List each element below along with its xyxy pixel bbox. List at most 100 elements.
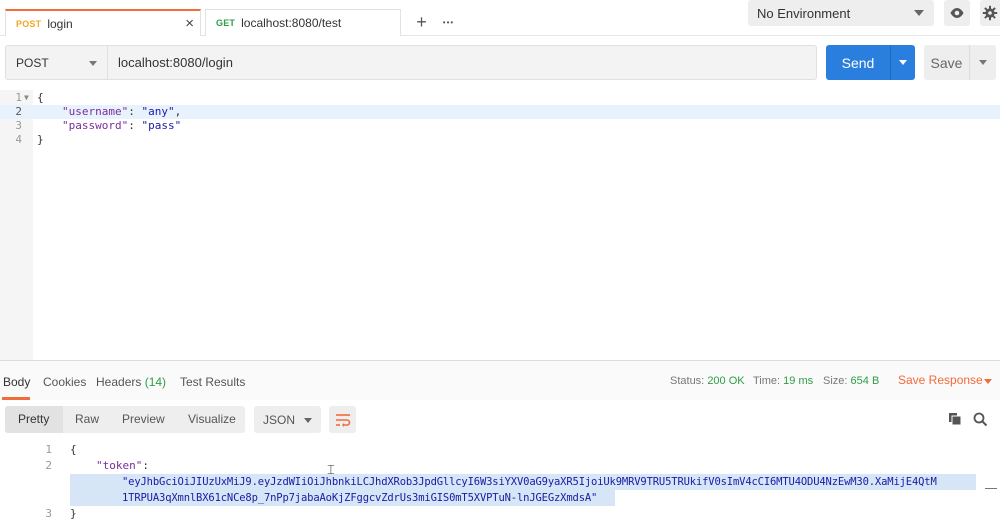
code-line: 2 "username": "any",: [0, 105, 1000, 119]
code-line: 3 }: [0, 506, 1000, 520]
json-string: "any": [141, 105, 175, 118]
view-raw-button[interactable]: Raw: [75, 412, 99, 426]
code-text: {: [70, 443, 77, 456]
text-cursor-icon: ⌶: [327, 463, 335, 478]
save-response-button[interactable]: Save Response: [898, 373, 992, 387]
response-header-bar: Body Cookies Headers (14) Test Results S…: [0, 360, 1000, 400]
code-line: 4 }: [0, 133, 1000, 147]
tab-method-badge: POST: [16, 18, 42, 29]
format-value: JSON: [263, 413, 296, 427]
new-tab-button[interactable]: +: [408, 9, 435, 36]
format-select[interactable]: JSON: [254, 406, 321, 433]
code-line: 3 "password": "pass": [0, 119, 1000, 133]
json-separator: :: [128, 119, 142, 132]
eye-icon: [950, 8, 964, 18]
chevron-down-icon: [979, 60, 987, 65]
line-number: 4: [15, 133, 22, 146]
wrap-lines-icon: [335, 413, 350, 427]
close-icon[interactable]: ×: [185, 15, 194, 32]
response-toolbar: Pretty Raw Preview Visualize JSON: [0, 400, 1000, 440]
save-button[interactable]: Save: [924, 45, 969, 80]
request-tab-bar: POST login × GET localhost:8080/test + •…: [0, 0, 1000, 36]
code-line: 1 {: [0, 442, 1000, 458]
tab-test-results[interactable]: Test Results: [180, 375, 245, 389]
line-number: 1: [15, 91, 22, 104]
search-icon: [973, 412, 987, 426]
chevron-down-icon: [89, 61, 97, 66]
code-text: "password": "pass": [62, 119, 181, 133]
tab-response-cookies[interactable]: Cookies: [43, 375, 86, 389]
request-body-editor[interactable]: 1 ▼ { 2 "username": "any", 3 "password":…: [0, 90, 1000, 360]
time-value: 19 ms: [783, 375, 814, 387]
code-line: 2 "token":: [0, 458, 1000, 474]
size-value: 654 B: [850, 375, 880, 387]
tab-options-button[interactable]: •••: [435, 9, 462, 36]
send-options-button[interactable]: [890, 45, 915, 80]
size-label: Size:: [823, 375, 848, 387]
line-number: 2: [45, 459, 52, 472]
tab-label: Headers: [96, 375, 142, 389]
send-button[interactable]: Send: [826, 45, 890, 80]
tab-response-body[interactable]: Body: [3, 375, 30, 389]
tab-title: login: [47, 16, 73, 31]
code-text: }: [37, 133, 44, 146]
json-string: "pass": [141, 119, 182, 132]
headers-count-badge: (14): [144, 375, 167, 389]
tab-response-headers[interactable]: Headers (14): [96, 375, 166, 389]
chevron-down-icon: [984, 379, 992, 384]
url-input[interactable]: [107, 45, 817, 80]
view-mode-group: Pretty Raw Preview Visualize: [5, 406, 245, 433]
json-key: "username": [62, 105, 129, 118]
json-separator: :: [128, 105, 142, 118]
environment-quick-look-button[interactable]: [944, 0, 970, 26]
gear-icon: [982, 5, 998, 21]
view-visualize-button[interactable]: Visualize: [188, 412, 236, 426]
line-number: 3: [15, 119, 22, 132]
json-comma: ,: [174, 105, 182, 118]
copy-icon: [949, 413, 962, 426]
fold-arrow-icon[interactable]: ▼: [24, 91, 29, 105]
chevron-down-icon: [914, 10, 924, 16]
token-string: 1TRPUA3qXmnlBX61cNCe8p_7nPp7jabaAoKjZFgg…: [122, 492, 598, 504]
code-line: "eyJhbGciOiJIUzUxMiJ9.eyJzdWIiOiJhbnkiLC…: [0, 474, 1000, 490]
search-button[interactable]: [971, 410, 989, 428]
code-text: }: [70, 507, 77, 520]
status-label: Status:: [670, 375, 705, 387]
settings-button[interactable]: [980, 0, 1000, 26]
code-text: "token":: [96, 458, 149, 474]
save-options-button[interactable]: [969, 45, 996, 80]
line-number: 3: [45, 507, 52, 520]
code-line: 1TRPUA3qXmnlBX61cNCe8p_7nPp7jabaAoKjZFgg…: [0, 490, 1000, 506]
json-key: "token": [96, 459, 143, 472]
tab-title: localhost:8080/test: [241, 16, 342, 30]
code-line: 1 ▼ {: [0, 91, 1000, 105]
environment-select[interactable]: No Environment: [748, 0, 934, 26]
request-url-bar: POST Send Save: [0, 36, 1000, 90]
line-number: 2: [15, 105, 22, 118]
json-key: "password": [62, 119, 129, 132]
time-label: Time:: [753, 375, 781, 387]
token-string: "eyJhbGciOiJIUzUxMiJ9.eyJzdWIiOiJhbnkiLC…: [122, 476, 937, 488]
json-separator: :: [142, 459, 149, 472]
view-pretty-button[interactable]: Pretty: [18, 412, 49, 426]
chevron-down-icon: [304, 418, 312, 423]
chevron-down-icon: [899, 60, 907, 65]
copy-button[interactable]: [946, 410, 964, 428]
status-badge: 200 OK: [707, 375, 745, 387]
response-size[interactable]: Size: 654 B: [823, 375, 879, 387]
tab-post-login[interactable]: POST login ×: [5, 9, 201, 36]
scrollbar-marker[interactable]: [985, 488, 997, 489]
response-time[interactable]: Time: 19 ms: [753, 375, 813, 387]
tab-get-test[interactable]: GET localhost:8080/test: [205, 9, 401, 36]
line-number: 1: [45, 443, 52, 456]
view-preview-button[interactable]: Preview: [122, 412, 165, 426]
more-icon: •••: [442, 18, 455, 27]
wrap-lines-button[interactable]: [329, 406, 356, 433]
code-text: {: [37, 91, 44, 104]
plus-icon: +: [416, 12, 427, 32]
save-response-label: Save Response: [898, 373, 983, 387]
response-body-viewer[interactable]: 1 { 2 "token": "eyJhbGciOiJIUzUxMiJ9.eyJ…: [0, 440, 1000, 520]
environment-label: No Environment: [757, 5, 851, 21]
code-text: "username": "any",: [62, 105, 181, 119]
http-method-select[interactable]: POST: [5, 45, 107, 80]
